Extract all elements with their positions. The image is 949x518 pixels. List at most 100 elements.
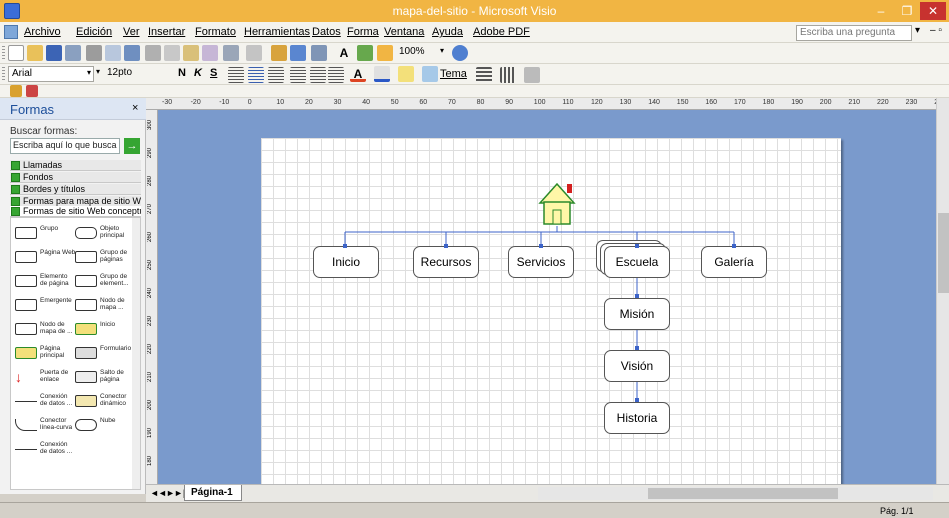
shape-objeto-principal[interactable]: Objeto principal (73, 222, 135, 244)
vertical-ruler[interactable]: 300 290 280 270 260 250 240 230 220 210 200 190 180 (146, 110, 158, 484)
shape-pagina-principal[interactable]: Página principal (13, 342, 75, 364)
stencil-bordes[interactable]: Bordes y títulos (10, 184, 141, 195)
shape-pagina-web[interactable]: Página Web (13, 246, 75, 268)
node-galeria[interactable]: Galería (701, 246, 767, 278)
line-weight-icon[interactable] (476, 67, 492, 83)
shape-formulario[interactable]: Formulario (73, 342, 135, 364)
new-icon[interactable] (8, 45, 24, 61)
align-right-icon[interactable] (268, 67, 284, 83)
ask-question-input[interactable]: Escriba una pregunta (796, 25, 912, 41)
stencil-sitio-conceptual[interactable]: Formas de sitio Web conceptual (10, 206, 141, 217)
drawing-canvas[interactable]: Inicio Recursos Servicios Escuela Galerí… (158, 110, 936, 484)
layer-icon[interactable] (10, 85, 22, 97)
theme-icon[interactable] (422, 66, 438, 82)
format-painter-icon[interactable] (202, 45, 218, 61)
menu-adobe-pdf[interactable]: Adobe PDF (473, 26, 530, 38)
open-icon[interactable] (27, 45, 43, 61)
node-inicio[interactable]: Inicio (313, 246, 379, 278)
font-size-select[interactable]: ▾ 12pto (96, 66, 158, 82)
copy-icon[interactable] (164, 45, 180, 61)
vertical-scrollbar[interactable] (936, 98, 949, 484)
stencil-fondos[interactable]: Fondos (10, 172, 141, 183)
line-pattern-icon[interactable] (500, 67, 516, 83)
shape-conexion-datos-2[interactable]: Conexión de datos ... (13, 438, 75, 460)
shape-grupo[interactable]: Grupo (13, 222, 75, 244)
menu-insertar[interactable]: Insertar (148, 26, 185, 38)
shape-conexion-datos[interactable]: Conexión de datos ... (13, 390, 75, 412)
fill-color-icon[interactable] (398, 66, 414, 82)
spelling-icon[interactable] (124, 45, 140, 61)
node-mision[interactable]: Misión (604, 298, 670, 330)
line-color-icon[interactable] (374, 66, 390, 82)
menu-edicion[interactable]: Edición (76, 26, 112, 38)
decrease-indent-icon[interactable] (310, 67, 326, 83)
menu-herramientas[interactable]: Herramientas (244, 26, 310, 38)
tab-pagina-1[interactable]: Página-1 (184, 485, 242, 501)
close-button[interactable]: ✕ (920, 2, 946, 20)
text-tool-icon[interactable]: A (336, 45, 352, 61)
menu-datos[interactable]: Datos (312, 26, 341, 38)
paste-icon[interactable] (183, 45, 199, 61)
document-window-controls[interactable]: – ▫ (930, 25, 942, 36)
toolbar-grip[interactable] (2, 46, 5, 61)
drawing-page[interactable]: Inicio Recursos Servicios Escuela Galerí… (261, 138, 841, 484)
connection-point[interactable] (343, 244, 347, 248)
cut-icon[interactable] (145, 45, 161, 61)
shape-conector-curva[interactable]: Conector línea-curva (13, 414, 75, 436)
search-go-button[interactable]: → (124, 138, 140, 154)
print-icon[interactable] (86, 45, 102, 61)
shape-puerta-enlace[interactable]: ↓ Puerta de enlace (13, 366, 75, 388)
horizontal-scrollbar[interactable] (538, 487, 933, 500)
node-historia[interactable]: Historia (604, 402, 670, 434)
shape-grupo-elementos[interactable]: Grupo de element... (73, 270, 135, 292)
permission-icon[interactable] (65, 45, 81, 61)
menu-ayuda[interactable]: Ayuda (432, 26, 463, 38)
node-servicios[interactable]: Servicios (508, 246, 574, 278)
shape-nube[interactable]: Nube (73, 414, 135, 436)
home-icon[interactable] (543, 186, 571, 226)
underline-button[interactable]: S (210, 67, 217, 79)
italic-button[interactable]: K (194, 67, 202, 79)
shape-salto-pagina[interactable]: Salto de página (73, 366, 135, 388)
horizontal-scroll-thumb[interactable] (648, 488, 838, 499)
zoom-icon[interactable] (377, 45, 393, 61)
save-icon[interactable] (46, 45, 62, 61)
shape-conector-dinamico[interactable]: Conector dinámico (73, 390, 135, 412)
shapes-icon[interactable] (271, 45, 287, 61)
increase-indent-icon[interactable] (328, 67, 344, 83)
ask-dropdown-icon[interactable]: ▾ (915, 25, 920, 36)
connection-point[interactable] (635, 244, 639, 248)
document-icon[interactable] (4, 25, 18, 39)
align-center-icon[interactable] (248, 67, 264, 83)
node-vision[interactable]: Visión (604, 350, 670, 382)
connection-point[interactable] (732, 244, 736, 248)
toolbar-grip[interactable] (2, 67, 5, 82)
stencil-llamadas[interactable]: Llamadas (10, 160, 141, 171)
pointer-tool-icon[interactable] (290, 45, 306, 61)
align-left-icon[interactable] (228, 67, 244, 83)
menu-ver[interactable]: Ver (123, 26, 140, 38)
connection-point[interactable] (539, 244, 543, 248)
vertical-scroll-thumb[interactable] (938, 213, 949, 293)
node-recursos[interactable]: Recursos (413, 246, 479, 278)
search-shapes-input[interactable]: Escriba aquí lo que busca (10, 138, 120, 154)
connection-point[interactable] (635, 398, 639, 402)
maximize-button[interactable]: ❐ (894, 2, 920, 20)
shape-elemento-pagina[interactable]: Elemento de página (13, 270, 75, 292)
drawing-tools-icon[interactable] (357, 45, 373, 61)
font-color-icon[interactable]: A (350, 66, 366, 82)
connector-tool-icon[interactable] (311, 45, 327, 61)
help-icon[interactable] (452, 45, 468, 61)
shape-nodo-mapa-de[interactable]: Nodo de mapa de ... (13, 318, 75, 340)
redo-icon[interactable] (246, 45, 262, 61)
menu-ventana[interactable]: Ventana (384, 26, 424, 38)
bold-button[interactable]: N (178, 67, 186, 79)
zoom-combo[interactable]: 100% ▾ (396, 45, 446, 61)
pdf-icon[interactable] (26, 85, 38, 97)
connection-point[interactable] (444, 244, 448, 248)
shape-emergente[interactable]: Emergente (13, 294, 75, 316)
print-preview-icon[interactable] (105, 45, 121, 61)
menu-formato[interactable]: Formato (195, 26, 236, 38)
menu-archivo[interactable]: Archivo (24, 26, 61, 38)
connection-point[interactable] (635, 346, 639, 350)
